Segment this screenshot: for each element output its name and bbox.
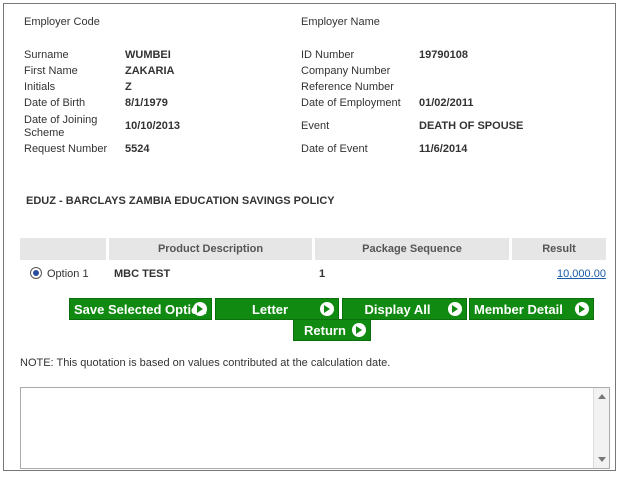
display-all-button[interactable]: Display All <box>342 298 467 320</box>
company-number-label: Company Number <box>301 65 391 77</box>
first-name-value: ZAKARIA <box>125 65 175 77</box>
arrow-right-icon <box>193 302 207 316</box>
date-of-birth-label: Date of Birth <box>24 97 86 109</box>
result-link[interactable]: 10,000.00 <box>557 268 606 281</box>
table-header-result: Result <box>512 238 606 260</box>
policy-title: EDUZ - BARCLAYS ZAMBIA EDUCATION SAVINGS… <box>26 195 335 207</box>
date-of-event-value: 11/6/2014 <box>419 143 468 155</box>
package-sequence-cell: 1 <box>319 268 326 280</box>
arrow-right-icon <box>352 323 366 337</box>
id-number-label: ID Number <box>301 49 355 61</box>
event-value: DEATH OF SPOUSE <box>419 120 524 132</box>
initials-value: Z <box>125 81 132 93</box>
arrow-right-icon <box>320 302 334 316</box>
employer-code-label: Employer Code <box>24 16 100 28</box>
arrow-right-icon <box>575 302 589 316</box>
save-selected-option-button[interactable]: Save Selected Option <box>69 298 212 320</box>
quotation-note: NOTE: This quotation is based on values … <box>20 357 391 369</box>
return-label: Return <box>304 323 346 338</box>
option-label: Option 1 <box>47 268 89 280</box>
date-of-joining-scheme-label: Date of Joining Scheme <box>24 114 98 139</box>
initials-label: Initials <box>24 81 56 93</box>
date-of-employment-value: 01/02/2011 <box>419 97 474 109</box>
request-number-value: 5524 <box>125 143 150 155</box>
date-of-birth-value: 8/1/1979 <box>125 97 168 109</box>
member-detail-label: Member Detail <box>474 302 563 317</box>
letter-label: Letter <box>251 302 289 317</box>
notes-textarea[interactable] <box>20 387 610 469</box>
event-label: Event <box>301 120 330 132</box>
return-button[interactable]: Return <box>293 319 371 341</box>
scroll-up-icon[interactable] <box>598 394 606 399</box>
request-number-label: Request Number <box>24 143 108 155</box>
letter-button[interactable]: Letter <box>215 298 339 320</box>
scroll-down-icon[interactable] <box>598 457 606 462</box>
product-description-cell: MBC TEST <box>114 268 171 280</box>
member-detail-button[interactable]: Member Detail <box>469 298 594 320</box>
save-selected-option-label: Save Selected Option <box>74 302 207 317</box>
surname-value: WUMBEI <box>125 49 171 61</box>
date-of-event-label: Date of Event <box>301 143 368 155</box>
employer-name-label: Employer Name <box>301 16 380 28</box>
quotation-panel: Employer Code Employer Name Surname WUMB… <box>3 3 616 471</box>
date-of-employment-label: Date of Employment <box>301 97 401 109</box>
option-radio[interactable] <box>30 267 42 279</box>
date-of-joining-scheme-value: 10/10/2013 <box>125 120 181 132</box>
reference-number-label: Reference Number <box>301 81 394 93</box>
surname-label: Surname <box>24 49 69 61</box>
id-number-value: 19790108 <box>419 49 468 61</box>
display-all-label: Display All <box>364 302 431 317</box>
first-name-label: First Name <box>24 65 78 77</box>
textarea-scrollbar[interactable] <box>593 388 609 468</box>
arrow-right-icon <box>448 302 462 316</box>
table-header-product-description: Product Description <box>109 238 312 260</box>
table-header-package-sequence: Package Sequence <box>315 238 509 260</box>
table-header-option <box>20 238 106 260</box>
